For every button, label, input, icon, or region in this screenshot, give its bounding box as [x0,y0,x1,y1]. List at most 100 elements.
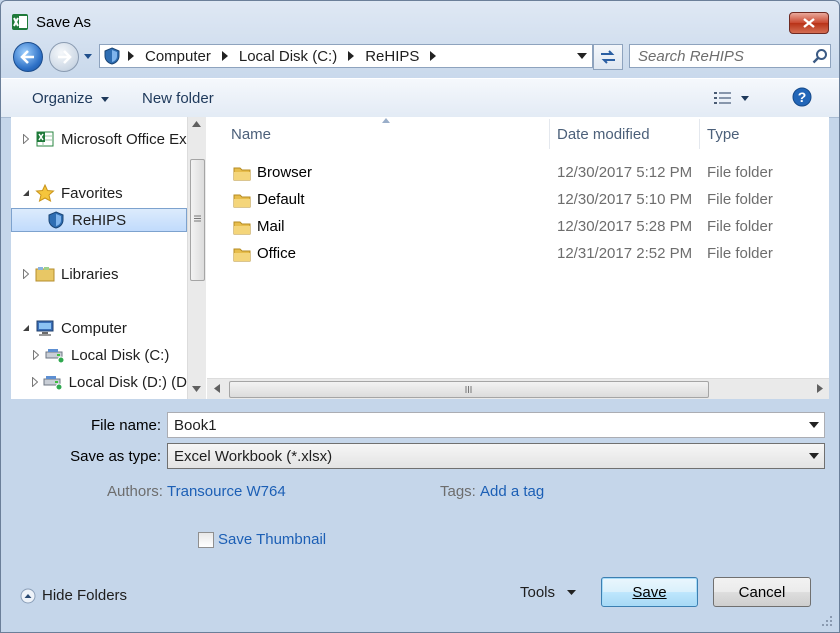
nav-item-label: Local Disk (D:) (D [68,373,187,391]
file-name: Default [257,191,305,208]
breadcrumb-rehips[interactable]: ReHIPS [359,48,425,65]
drive-icon [43,376,63,391]
save-as-type-dropdown[interactable] [804,453,824,459]
file-name: Mail [257,218,285,235]
refresh-icon [601,50,615,64]
save-button[interactable]: Save [601,577,698,607]
nav-item-libraries[interactable]: Libraries [11,262,187,286]
search-box[interactable] [629,44,831,68]
nav-item-rehips[interactable]: ReHIPS [11,208,187,232]
nav-item-label: ReHIPS [72,211,127,229]
save-as-type-value: Excel Workbook (*.xlsx) [174,447,333,465]
nav-item-local-disk-d[interactable]: Local Disk (D:) (D [11,370,187,394]
libraries-icon [35,267,55,282]
table-row[interactable]: Mail 12/30/2017 5:28 PM File folder [207,214,829,240]
search-input[interactable] [630,45,810,67]
grip-icon [194,215,201,222]
chevron-down-icon [577,53,587,59]
recent-locations-dropdown[interactable] [83,53,93,61]
file-type: File folder [707,164,773,181]
cancel-button[interactable]: Cancel [713,577,811,607]
chevron-right-icon[interactable] [217,51,233,61]
nav-pane-scrollbar[interactable] [187,117,206,399]
details-view-icon [714,92,731,104]
nav-item-label: Microsoft Office Ex [61,130,187,148]
file-date: 12/30/2017 5:28 PM [557,218,693,235]
file-name-label: File name: [90,417,161,434]
address-dropdown[interactable] [572,53,592,59]
file-name: Browser [257,164,313,181]
file-list[interactable]: Name Date modified Type Browser 12/30/20… [207,117,829,399]
change-view-button[interactable] [713,88,757,108]
nav-item-favorites[interactable]: Favorites [11,181,187,205]
search-icon [812,49,827,64]
breadcrumb-computer[interactable]: Computer [139,48,217,65]
column-header-name[interactable]: Name [231,117,549,151]
expand-arrow[interactable] [21,134,31,144]
expand-arrow[interactable] [21,269,31,279]
collapse-arrow[interactable] [21,324,31,332]
breadcrumb-local-disk-c[interactable]: Local Disk (C:) [233,48,343,65]
table-row[interactable]: Browser 12/30/2017 5:12 PM File folder [207,160,829,186]
chevron-right-icon[interactable] [123,51,139,61]
save-thumbnail-label[interactable]: Save Thumbnail [218,531,326,548]
arrow-left-icon [20,50,34,64]
chevron-down-icon [809,453,819,459]
chevron-down-icon [741,95,749,101]
scroll-up-icon[interactable] [192,121,201,127]
scroll-down-icon[interactable] [192,386,201,392]
tags-label: Tags: [440,483,476,500]
nav-item-label: Computer [61,319,127,337]
file-name-value[interactable]: Book1 [168,417,217,434]
table-row[interactable]: Office 12/31/2017 2:52 PM File folder [207,241,829,267]
expand-arrow[interactable] [31,350,41,360]
table-row[interactable]: Default 12/30/2017 5:10 PM File folder [207,187,829,213]
authors-label: Authors: [107,483,163,500]
nav-item-label: Local Disk (C:) [71,346,170,364]
tags-value[interactable]: Add a tag [480,483,544,500]
nav-item-computer[interactable]: Computer [11,316,187,340]
file-list-horizontal-scrollbar[interactable] [207,378,829,399]
address-bar[interactable]: Computer Local Disk (C:) ReHIPS [99,44,593,68]
search-button[interactable] [810,48,830,64]
help-icon[interactable]: ? [792,87,812,107]
file-name-dropdown[interactable] [804,422,824,428]
forward-button[interactable] [49,42,79,72]
nav-item-microsoft-office-excel[interactable]: Microsoft Office Ex [11,127,187,151]
tools-menu[interactable]: Tools [520,584,577,601]
nav-scroll-thumb[interactable] [190,159,205,281]
authors-value[interactable]: Transource W764 [167,483,286,500]
collapse-arrow[interactable] [21,189,31,197]
chevron-down-icon [101,96,110,102]
column-header-date-modified[interactable]: Date modified [557,117,697,151]
back-button[interactable] [13,42,43,72]
folder-icon [233,221,251,235]
new-folder-button[interactable]: New folder [142,90,214,107]
horizontal-scroll-thumb[interactable] [229,381,709,398]
hide-folders-button[interactable]: Hide Folders [20,587,127,604]
scroll-left-icon[interactable] [214,384,220,393]
save-thumbnail-checkbox[interactable] [198,532,214,548]
expand-arrow[interactable] [31,377,39,387]
folder-icon [233,248,251,262]
file-name-field[interactable]: Book1 [167,412,825,438]
shield-icon [48,211,64,229]
resize-grip-icon[interactable] [821,615,833,627]
chevron-right-icon[interactable] [343,51,359,61]
save-as-type-select[interactable]: Excel Workbook (*.xlsx) [167,443,825,469]
scroll-right-icon[interactable] [817,384,823,393]
column-header-type[interactable]: Type [707,117,827,151]
folder-icon [233,194,251,208]
close-icon [803,18,815,28]
nav-item-local-disk-c[interactable]: Local Disk (C:) [11,343,187,367]
svg-text:?: ? [798,89,807,105]
file-type: File folder [707,218,773,235]
chevron-down-icon [567,590,577,595]
chevron-down-icon [809,422,819,428]
organize-menu[interactable]: Organize [32,90,110,107]
chevron-right-icon[interactable] [425,51,441,61]
close-button[interactable] [789,12,829,34]
navigation-pane[interactable]: Microsoft Office Ex Favorites ReHIPS Lib… [11,117,187,399]
refresh-button[interactable] [593,44,623,70]
star-icon [35,184,55,202]
